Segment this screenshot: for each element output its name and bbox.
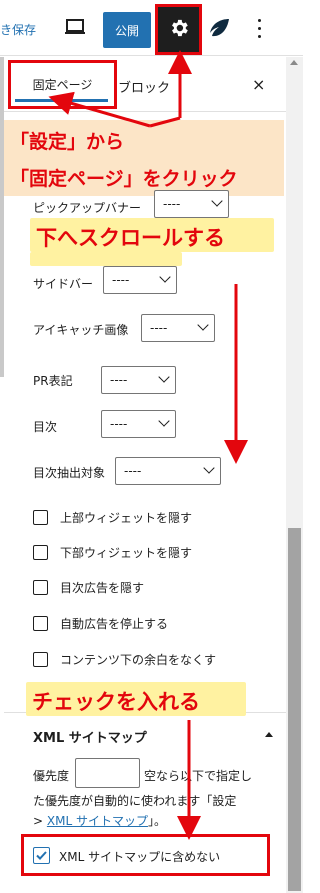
save-draft-link[interactable]: き保存 <box>0 21 36 38</box>
pr-select[interactable]: ---- <box>101 366 176 394</box>
checkbox-hide-top-widget[interactable]: 上部ウィジェットを隠す <box>33 507 192 527</box>
sidebar-select[interactable]: ---- <box>103 266 177 294</box>
more-vertical-icon[interactable] <box>252 16 266 40</box>
priority-description-3: > XML サイトマップ」。 <box>33 812 166 829</box>
active-tab-underline <box>15 99 108 102</box>
toc-label: 目次 <box>33 420 58 434</box>
toc-target-label: 目次抽出対象 <box>33 466 106 480</box>
tab-page[interactable]: 固定ページ <box>8 60 117 109</box>
checkbox-label: 自動広告を停止する <box>60 616 169 631</box>
checkbox-remove-bottom-margin[interactable]: コンテンツ下の余白をなくす <box>33 649 216 669</box>
chevron-down-icon <box>158 415 170 427</box>
priority-input[interactable] <box>75 758 140 788</box>
sidebar-tab-row: 固定ページ ブロック × <box>4 57 286 112</box>
xml-sitemap-panel-title[interactable]: XML サイトマップ <box>33 727 147 746</box>
eyecatch-select[interactable]: ---- <box>141 314 215 342</box>
chevron-down-icon <box>203 462 215 474</box>
checkbox[interactable] <box>33 544 48 560</box>
toc-select[interactable]: ---- <box>101 410 176 438</box>
pr-label: PR表記 <box>33 374 73 388</box>
xml-exclude-label: XML サイトマップに含めない <box>59 850 221 864</box>
publish-button[interactable]: 公開 <box>103 12 151 48</box>
scroll-up-arrow-icon[interactable] <box>290 60 298 65</box>
eyecatch-label: アイキャッチ画像 <box>33 323 129 337</box>
select-value: ---- <box>163 197 181 211</box>
instruction-callout-settings: 「設定」から 「固定ページ」をクリック <box>4 120 284 196</box>
chevron-down-icon <box>197 319 209 331</box>
checkbox-label: 上部ウィジェットを隠す <box>60 510 193 525</box>
instruction-callout-check: チェックを入れる <box>26 682 246 716</box>
checkbox-hide-toc-ad[interactable]: 目次広告を隠す <box>33 577 144 597</box>
instruction-line-1: 「設定」から <box>10 131 125 153</box>
select-value: ---- <box>150 321 168 335</box>
instruction-scroll-text: 下へスクロールする <box>36 226 225 250</box>
tab-block[interactable]: ブロック <box>118 77 170 96</box>
instruction-callout-scroll-bottom <box>30 252 182 266</box>
editor-top-bar: き保存 公開 <box>0 0 303 56</box>
chevron-down-icon <box>211 195 223 207</box>
select-value: ---- <box>112 273 130 287</box>
toc-target-select[interactable]: ---- <box>115 457 221 485</box>
desc-suffix: 」。 <box>147 814 166 828</box>
select-value: ---- <box>110 373 128 387</box>
checkbox-label: 目次広告を隠す <box>60 580 145 595</box>
xml-exclude-checkbox[interactable] <box>33 847 50 864</box>
chevron-down-icon <box>159 271 171 283</box>
checkbox-stop-auto-ads[interactable]: 自動広告を停止する <box>33 613 168 633</box>
checkbox-label: 下部ウィジェットを隠す <box>60 545 193 560</box>
publish-label: 公開 <box>114 23 139 38</box>
instruction-callout-scroll: 下へスクロールする <box>30 218 274 252</box>
priority-description-2: た優先度が自動的に使われます「設定 <box>33 794 237 808</box>
checkmark-icon <box>36 851 47 860</box>
instruction-line-2: 「固定ページ」をクリック <box>10 168 238 190</box>
pickup-banner-label: ピックアップバナー <box>33 201 142 215</box>
close-icon[interactable]: × <box>252 75 265 94</box>
checkbox[interactable] <box>33 509 48 525</box>
select-value: ---- <box>124 464 142 478</box>
laptop-icon[interactable] <box>64 18 86 36</box>
checkbox[interactable] <box>33 651 48 667</box>
checkbox-label: コンテンツ下の余白をなくす <box>60 652 217 667</box>
chevron-up-icon[interactable] <box>265 732 273 737</box>
checkbox[interactable] <box>33 579 48 595</box>
instruction-check-text: チェックを入れる <box>32 690 200 714</box>
priority-description-1: 空なら以下で指定し <box>144 769 253 783</box>
checkbox-hide-bottom-widget[interactable]: 下部ウィジェットを隠す <box>33 542 192 562</box>
desc-prefix: > <box>33 814 47 828</box>
sidebar-label: サイドバー <box>33 277 94 291</box>
checkbox[interactable] <box>33 615 48 631</box>
settings-button[interactable] <box>155 4 202 55</box>
chevron-down-icon <box>158 371 170 383</box>
tab-page-label: 固定ページ <box>32 78 93 92</box>
xml-exclude-highlight: XML サイトマップに含めない <box>21 834 270 876</box>
xml-sitemap-settings-link[interactable]: XML サイトマップ <box>47 814 148 828</box>
scrollbar-thumb[interactable] <box>288 528 301 891</box>
leaf-icon[interactable] <box>207 17 231 39</box>
pickup-banner-select[interactable]: ---- <box>154 190 229 218</box>
priority-label: 優先度 <box>33 769 70 783</box>
gear-icon <box>168 17 190 43</box>
select-value: ---- <box>110 417 128 431</box>
